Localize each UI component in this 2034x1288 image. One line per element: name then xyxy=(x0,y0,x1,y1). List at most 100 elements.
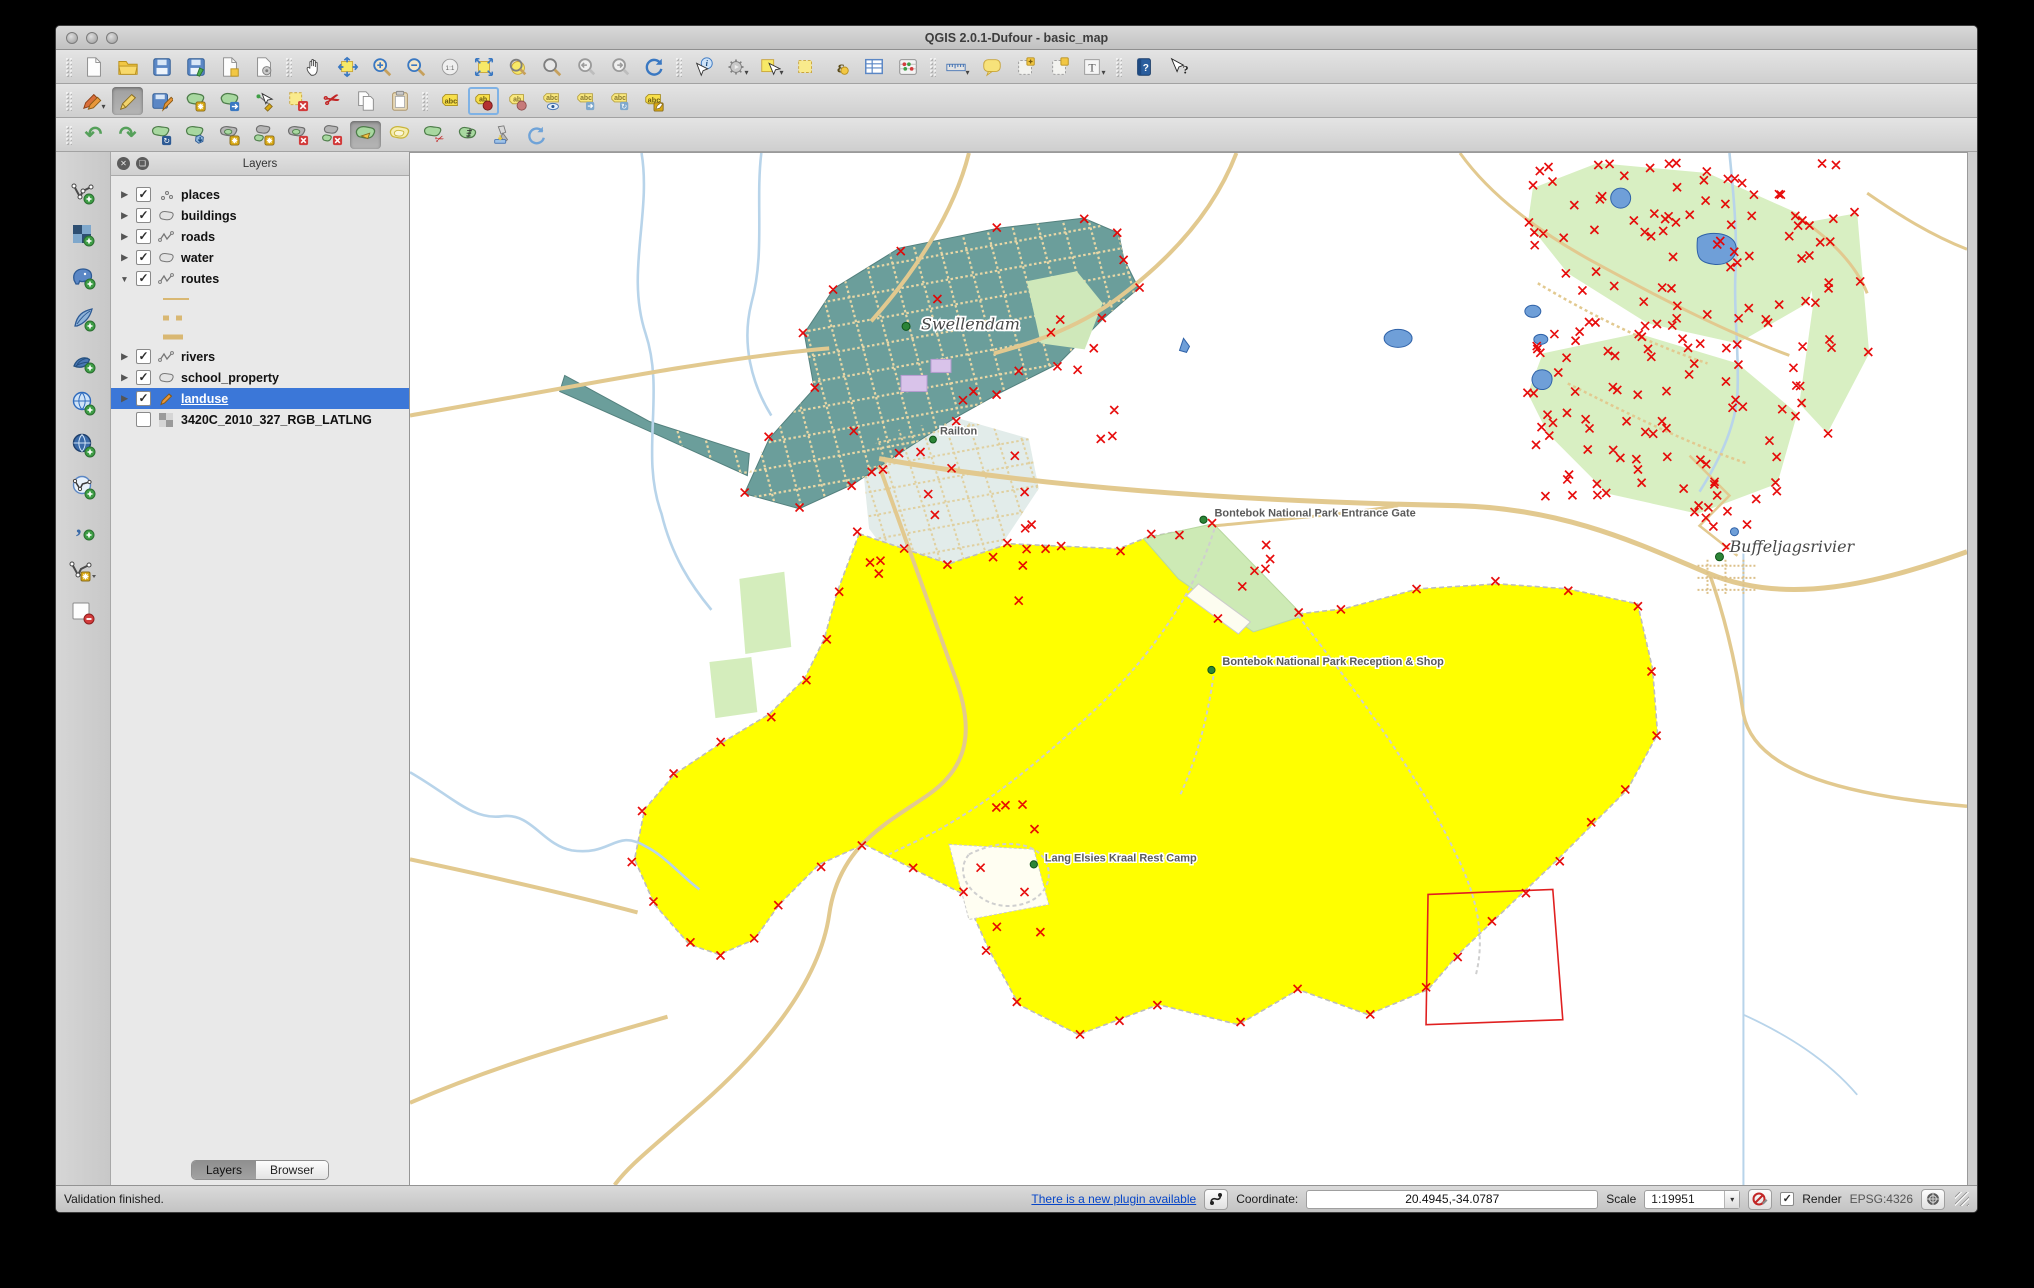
zoom-last-button[interactable] xyxy=(570,53,601,81)
save-layer-edits-button[interactable] xyxy=(146,87,177,115)
new-composer-button[interactable] xyxy=(214,53,245,81)
offset-curve-button[interactable] xyxy=(384,121,415,149)
select-by-expression-button[interactable]: ε xyxy=(824,53,855,81)
add-ring-button[interactable] xyxy=(214,121,245,149)
change-label-button[interactable]: abc xyxy=(638,87,669,115)
text-annotation-button[interactable]: T ▾ xyxy=(1078,53,1109,81)
coordinate-input[interactable] xyxy=(1306,1190,1598,1209)
save-project-as-button[interactable] xyxy=(180,53,211,81)
layer-row-buildings[interactable]: ▶ ✓ buildings xyxy=(111,205,409,226)
select-features-button[interactable]: ▾ xyxy=(756,53,787,81)
plugin-icon[interactable] xyxy=(1204,1189,1228,1210)
add-vector-layer-button[interactable] xyxy=(66,178,100,208)
pin-labels-button[interactable]: ab xyxy=(468,87,499,115)
move-feature-button[interactable] xyxy=(214,87,245,115)
crs-status-button[interactable] xyxy=(1921,1189,1945,1210)
combo-dropdown-icon[interactable]: ▾ xyxy=(1724,1191,1739,1208)
delete-ring-button[interactable] xyxy=(282,121,313,149)
layer-row-roads[interactable]: ▶ ✓ roads xyxy=(111,226,409,247)
whats-this-button[interactable]: ? xyxy=(1162,53,1193,81)
help-button[interactable]: ? xyxy=(1128,53,1159,81)
rotate-label-button[interactable]: abc ↻ xyxy=(604,87,635,115)
zoom-in-button[interactable] xyxy=(366,53,397,81)
open-attribute-table-button[interactable] xyxy=(858,53,889,81)
layer-checkbox[interactable]: ✓ xyxy=(136,229,151,244)
add-raster-layer-button[interactable] xyxy=(66,220,100,250)
rotate-point-symbols-button[interactable] xyxy=(520,121,551,149)
zoom-out-button[interactable] xyxy=(400,53,431,81)
expander-icon[interactable]: ▶ xyxy=(119,189,130,200)
simplify-feature-button[interactable] xyxy=(180,121,211,149)
zoom-full-button[interactable] xyxy=(468,53,499,81)
zoom-next-button[interactable] xyxy=(604,53,635,81)
redo-button[interactable]: ↷ xyxy=(112,121,143,149)
layer-row-places[interactable]: ▶ ✓ places xyxy=(111,184,409,205)
rotate-feature-button[interactable]: ↻ xyxy=(146,121,177,149)
stop-render-button[interactable] xyxy=(1748,1189,1772,1210)
paste-features-button[interactable] xyxy=(384,87,415,115)
delete-selected-button[interactable] xyxy=(282,87,313,115)
layer-row-landuse[interactable]: ▶ ✓ landuse xyxy=(111,388,409,409)
new-bookmark-button[interactable] xyxy=(1010,53,1041,81)
layer-checkbox[interactable]: ✓ xyxy=(136,370,151,385)
copy-features-button[interactable] xyxy=(350,87,381,115)
expander-icon[interactable]: ▶ xyxy=(119,210,130,221)
new-project-button[interactable] xyxy=(78,53,109,81)
delete-part-button[interactable] xyxy=(316,121,347,149)
layer-row-routes[interactable]: ▼ ✓ routes xyxy=(111,268,409,289)
zoom-to-selection-button[interactable] xyxy=(502,53,533,81)
undo-button[interactable]: ↶ xyxy=(78,121,109,149)
add-part-button[interactable] xyxy=(248,121,279,149)
layer-checkbox[interactable]: ✓ xyxy=(136,391,151,406)
show-bookmarks-button[interactable] xyxy=(1044,53,1075,81)
plugin-available-link[interactable]: There is a new plugin available xyxy=(1031,1192,1196,1206)
cut-features-button[interactable]: ✂ xyxy=(316,87,347,115)
layer-checkbox[interactable]: ✓ xyxy=(136,349,151,364)
composer-manager-button[interactable] xyxy=(248,53,279,81)
tab-layers[interactable]: Layers xyxy=(192,1161,256,1179)
run-feature-action-button[interactable]: ▾ xyxy=(722,53,753,81)
zoom-to-layer-button[interactable] xyxy=(536,53,567,81)
expander-icon[interactable]: ▼ xyxy=(119,274,130,284)
layer-checkbox[interactable]: ✓ xyxy=(136,208,151,223)
add-mssql-layer-button[interactable] xyxy=(66,346,100,376)
title-bar[interactable]: QGIS 2.0.1-Dufour - basic_map xyxy=(56,26,1977,50)
expander-icon[interactable]: ▶ xyxy=(119,231,130,242)
layer-checkbox[interactable] xyxy=(136,412,151,427)
expander-icon[interactable]: ▶ xyxy=(119,372,130,383)
expander-icon[interactable]: ▶ xyxy=(119,252,130,263)
move-label-button[interactable]: abc xyxy=(570,87,601,115)
open-project-button[interactable] xyxy=(112,53,143,81)
layer-labeling-button[interactable]: abc xyxy=(434,87,465,115)
map-canvas[interactable]: Swellendam Railton Bontebok National Par… xyxy=(410,152,1968,1185)
layer-row-raster[interactable]: 3420C_2010_327_RGB_LATLNG xyxy=(111,409,409,430)
layer-checkbox[interactable]: ✓ xyxy=(136,250,151,265)
expander-icon[interactable]: ▶ xyxy=(119,351,130,362)
pan-map-button[interactable] xyxy=(298,53,329,81)
node-tool-button[interactable] xyxy=(248,87,279,115)
merge-features-button[interactable] xyxy=(486,121,517,149)
layer-row-rivers[interactable]: ▶ ✓ rivers xyxy=(111,346,409,367)
add-delimited-text-layer-button[interactable]: , xyxy=(66,514,100,544)
remove-layer-button[interactable] xyxy=(66,598,100,628)
window-resize-grip[interactable] xyxy=(1955,1192,1969,1206)
save-project-button[interactable] xyxy=(146,53,177,81)
reshape-features-button[interactable] xyxy=(350,121,381,149)
deselect-all-button[interactable] xyxy=(790,53,821,81)
highlight-pinned-labels-button[interactable]: ab xyxy=(502,87,533,115)
tab-browser[interactable]: Browser xyxy=(256,1161,328,1179)
layer-checkbox[interactable]: ✓ xyxy=(136,187,151,202)
render-checkbox[interactable]: ✓ xyxy=(1780,1192,1794,1206)
add-wcs-layer-button[interactable] xyxy=(66,430,100,460)
measure-button[interactable]: ▾ xyxy=(942,53,973,81)
zoom-native-button[interactable]: 1:1 xyxy=(434,53,465,81)
expander-icon[interactable]: ▶ xyxy=(119,393,130,404)
scale-combo[interactable]: 1:19951 ▾ xyxy=(1644,1190,1740,1209)
split-features-button[interactable]: ✂ xyxy=(418,121,449,149)
pan-to-selection-button[interactable] xyxy=(332,53,363,81)
identify-button[interactable]: i xyxy=(688,53,719,81)
split-parts-button[interactable] xyxy=(452,121,483,149)
toggle-editing-button[interactable] xyxy=(112,87,143,115)
refresh-button[interactable] xyxy=(638,53,669,81)
current-edits-button[interactable]: ▾ xyxy=(78,87,109,115)
